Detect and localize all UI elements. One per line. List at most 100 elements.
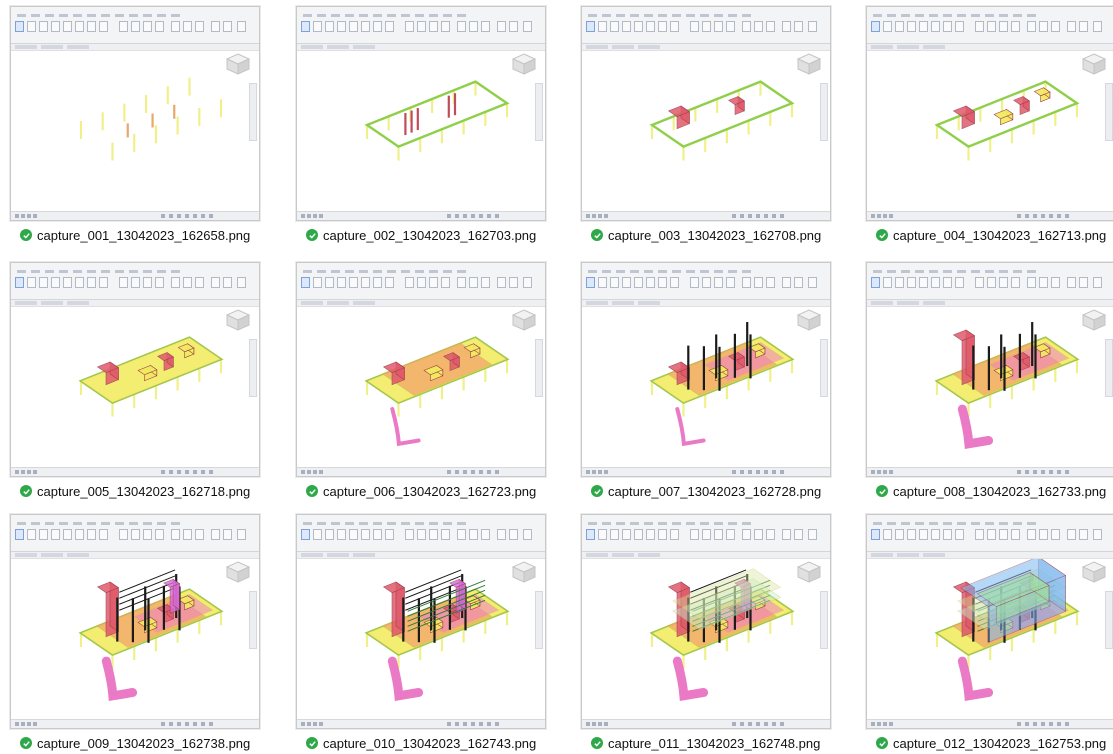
file-caption[interactable]: capture_011_13042023_162748.png [591,734,820,752]
ribbon-tab [129,14,138,17]
file-tile[interactable]: capture_007_13042023_162728.png [571,256,831,502]
status-icon [877,214,881,218]
file-caption[interactable]: capture_012_13042023_162753.png [876,734,1106,752]
file-caption[interactable]: capture_008_13042023_162733.png [876,482,1106,500]
view-tab [638,45,660,49]
ribbon-tool-icon [1093,21,1102,32]
view-tab [871,45,893,49]
file-caption[interactable]: capture_009_13042023_162738.png [20,734,250,752]
file-tile[interactable]: capture_006_13042023_162723.png [286,256,546,502]
file-tile[interactable]: capture_012_13042023_162753.png [856,508,1113,754]
file-tile[interactable]: capture_011_13042023_162748.png [571,508,831,754]
file-caption[interactable]: capture_001_13042023_162658.png [20,226,250,244]
status-icon [307,470,311,474]
status-icon [772,722,776,726]
file-tile[interactable]: capture_005_13042023_162718.png [0,256,260,502]
file-thumbnail[interactable] [10,514,260,729]
file-thumbnail[interactable] [10,262,260,477]
status-icon [21,470,25,474]
file-caption[interactable]: capture_010_13042023_162743.png [306,734,536,752]
ribbon-tool-icon [237,21,246,32]
file-tile[interactable]: capture_010_13042023_162743.png [286,508,546,754]
file-caption[interactable]: capture_007_13042023_162728.png [591,482,821,500]
file-tile[interactable]: capture_001_13042023_162658.png [0,0,260,246]
status-icon [748,214,752,218]
status-icon [177,214,181,218]
ribbon-tool-icon [670,529,679,540]
file-thumbnail[interactable] [581,262,831,477]
file-tile[interactable]: capture_002_13042023_162703.png [286,0,546,246]
ribbon-tool-icon [349,277,358,288]
file-thumbnail[interactable] [296,262,546,477]
file-tile[interactable]: capture_009_13042023_162738.png [0,508,260,754]
ribbon-tool-icon [497,21,506,32]
file-tile[interactable]: capture_003_13042023_162708.png [571,0,831,246]
file-thumbnail[interactable] [866,6,1113,221]
ribbon-tool-icon [1079,277,1088,288]
file-caption[interactable]: capture_004_13042023_162713.png [876,226,1106,244]
file-caption[interactable]: capture_005_13042023_162718.png [20,482,250,500]
file-name[interactable]: capture_011_13042023_162748.png [608,736,820,751]
file-name[interactable]: capture_012_13042023_162753.png [893,736,1106,751]
ribbon-tab [387,270,396,273]
file-name[interactable]: capture_004_13042023_162713.png [893,228,1106,243]
file-thumbnail[interactable] [296,514,546,729]
file-caption[interactable]: capture_003_13042023_162708.png [591,226,821,244]
status-icon [1025,722,1029,726]
ribbon-tool-icon [975,21,984,32]
ribbon-tab [387,14,396,17]
ribbon-tool-icon [171,529,180,540]
file-name[interactable]: capture_006_13042023_162723.png [323,484,536,499]
green-check-icon [306,485,318,497]
ribbon-tab [1027,522,1036,525]
ribbon-tool-icon [1067,21,1076,32]
status-icon [307,214,311,218]
status-icon [740,722,744,726]
file-thumbnail[interactable] [296,6,546,221]
ribbon-tool-icon [469,277,478,288]
ribbon-tab [101,270,110,273]
ribbon-tab [73,522,82,525]
building-model [649,80,795,161]
app-ribbon [867,263,1113,300]
file-thumbnail[interactable] [10,6,260,221]
file-name[interactable]: capture_007_13042023_162728.png [608,484,821,499]
file-caption[interactable]: capture_006_13042023_162723.png [306,482,536,500]
view-tab [41,553,63,557]
building-model [934,80,1080,161]
ribbon-tab [630,270,639,273]
file-name[interactable]: capture_010_13042023_162743.png [323,736,536,751]
file-name[interactable]: capture_005_13042023_162718.png [37,484,250,499]
file-tile[interactable]: capture_004_13042023_162713.png [856,0,1113,246]
ribbon-tab [728,14,737,17]
view-tabs-row [867,552,1113,559]
ribbon-tool-icon [766,277,775,288]
ribbon-tool-icon [987,21,996,32]
ribbon-tool-icon [1027,277,1036,288]
ribbon-tool-icon [598,277,607,288]
status-icon [772,470,776,474]
file-thumbnail[interactable] [581,6,831,221]
file-name[interactable]: capture_001_13042023_162658.png [37,228,250,243]
view-tabs-row [11,44,259,51]
view-tab [586,553,608,557]
file-name[interactable]: capture_002_13042023_162703.png [323,228,536,243]
status-icon [1033,722,1037,726]
file-thumbnail[interactable] [866,262,1113,477]
model-viewport [582,51,830,211]
file-name[interactable]: capture_008_13042023_162733.png [893,484,1106,499]
file-name[interactable]: capture_003_13042023_162708.png [608,228,821,243]
file-name[interactable]: capture_009_13042023_162738.png [37,736,250,751]
ribbon-tab [317,522,326,525]
file-thumbnail[interactable] [581,514,831,729]
ribbon-tab [971,270,980,273]
ribbon-tab [331,14,340,17]
ribbon-tool-icon [223,529,232,540]
status-icon [15,214,19,218]
ribbon-tool-icon [87,21,96,32]
file-tile[interactable]: capture_008_13042023_162733.png [856,256,1113,502]
ribbon-tab [345,14,354,17]
file-thumbnail[interactable] [866,514,1113,729]
status-icon [33,214,37,218]
file-caption[interactable]: capture_002_13042023_162703.png [306,226,536,244]
